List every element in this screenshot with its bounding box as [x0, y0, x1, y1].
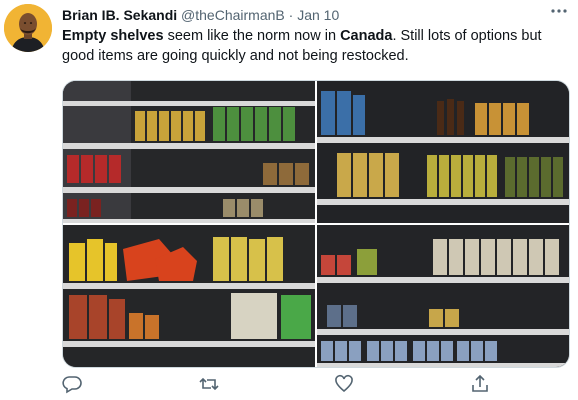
tweet-text: Empty shelves seem like the norm now in …	[62, 26, 562, 66]
photo-shelves-pasta[interactable]	[63, 225, 315, 367]
avatar-portrait	[4, 4, 52, 52]
reply-icon[interactable]	[62, 374, 84, 396]
more-options-icon[interactable]	[550, 2, 568, 25]
tweet-actions	[62, 374, 522, 396]
author-name[interactable]: Brian IB. Sekandi	[62, 7, 177, 23]
photo-shelves-tins[interactable]	[317, 225, 569, 367]
share-icon[interactable]	[470, 374, 492, 396]
text-bold-empty-shelves: Empty shelves	[62, 28, 164, 44]
media-grid	[62, 80, 570, 368]
like-icon[interactable]	[334, 374, 356, 396]
text-segment: seem like the norm now in	[163, 28, 341, 44]
tweet-header: Brian IB. Sekandi @theChairmanB · Jan 10	[62, 6, 548, 24]
author-handle[interactable]: @theChairmanB	[181, 7, 285, 23]
photo-shelves-canned[interactable]	[63, 81, 315, 223]
tweet-date[interactable]: Jan 10	[297, 7, 339, 23]
photo-shelves-oil[interactable]	[317, 81, 569, 223]
meta-separator: ·	[288, 7, 294, 23]
avatar[interactable]	[4, 4, 52, 52]
text-bold-canada: Canada	[340, 28, 393, 44]
retweet-icon[interactable]	[198, 374, 220, 396]
